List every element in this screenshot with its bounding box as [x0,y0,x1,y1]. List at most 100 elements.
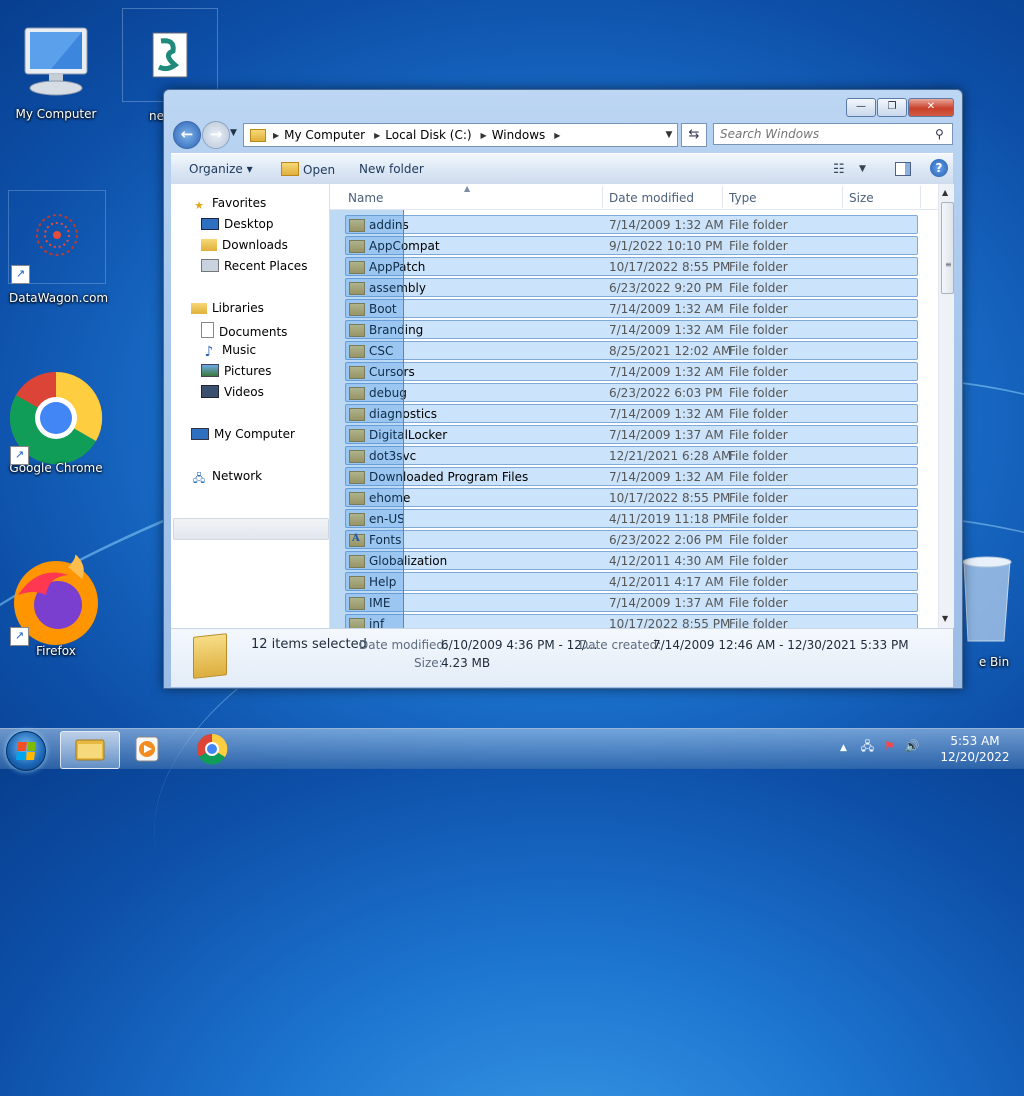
search-icon[interactable]: ⚲ [935,127,944,141]
nav-label: Network [212,469,263,483]
new-folder-button[interactable]: New folder [359,162,424,176]
table-row[interactable]: inf 10/17/2022 8:55 PM File folder [345,614,918,628]
taskbar-clock[interactable]: 5:53 AM 12/20/2022 [935,733,1015,765]
minimize-button[interactable]: — [846,98,876,117]
nav-network[interactable]: 🖧 Network [191,469,262,486]
file-type: File folder [729,302,788,316]
open-label: Open [303,163,336,177]
table-row[interactable]: assembly 6/23/2022 9:20 PM File folder [345,278,918,297]
column-name[interactable]: Name [348,191,383,205]
table-row[interactable]: AppPatch 10/17/2022 8:55 PM File folder [345,257,918,276]
breadcrumb-arrow-icon[interactable]: ▶ [551,131,563,140]
maximize-button[interactable]: ❐ [877,98,907,117]
breadcrumb-my-computer[interactable]: My Computer [282,128,371,142]
breadcrumb-arrow-icon[interactable]: ▶ [371,131,383,140]
vertical-scrollbar[interactable]: ▲ ≡ ▼ [938,184,954,628]
date-modified-value: 6/10/2009 4:36 PM - 12/... [441,638,598,652]
table-row[interactable]: ehome 10/17/2022 8:55 PM File folder [345,488,918,507]
table-row[interactable]: addins 7/14/2009 1:32 AM File folder [345,215,918,234]
views-icon[interactable]: ☷ [833,162,845,177]
column-divider[interactable] [920,186,921,208]
breadcrumb-local-disk[interactable]: Local Disk (C:) [383,128,477,142]
table-row[interactable]: DigitalLocker 7/14/2009 1:37 AM File folde… [345,425,918,444]
desktop-icon-ne[interactable]: ne [122,8,218,123]
scroll-down-icon[interactable]: ▼ [942,614,948,623]
breadcrumb-windows[interactable]: Windows [490,128,552,142]
table-row[interactable]: Branding 7/14/2009 1:32 AM File folder [345,320,918,339]
file-list-pane[interactable]: ▲ Name Date modified Type Size addins 7/1… [330,184,954,628]
column-type[interactable]: Type [729,191,757,205]
nav-downloads[interactable]: Downloads [201,238,288,252]
table-row[interactable]: dot3svc 12/21/2021 6:28 AM File folder [345,446,918,465]
file-type: File folder [729,596,788,610]
nav-music[interactable]: ♪ Music [201,343,257,359]
nav-videos[interactable]: Videos [201,385,264,399]
column-divider[interactable] [722,186,723,208]
network-icon: 🖧 [192,472,206,485]
arrow-left-icon: ← [180,125,194,143]
table-row[interactable]: debug 6/23/2022 6:03 PM File folder [345,383,918,402]
nav-label: Documents [219,325,288,339]
desktop-icon-google-chrome[interactable]: ↗ Google Chrome [8,370,104,475]
file-type: File folder [729,344,788,358]
nav-pictures[interactable]: Pictures [201,364,272,378]
nav-recent-places[interactable]: Recent Places [201,259,307,273]
table-row[interactable]: Boot 7/14/2009 1:32 AM File folder [345,299,918,318]
column-divider[interactable] [842,186,843,208]
column-date-modified[interactable]: Date modified [609,191,694,205]
selection-count: 12 items selected [251,637,367,652]
breadcrumb-arrow-icon[interactable]: ▶ [270,131,282,140]
scroll-thumb[interactable]: ≡ [941,202,954,294]
nav-favorites[interactable]: ★ Favorites [191,196,266,213]
search-input[interactable] [713,123,953,145]
recent-pages-dropdown[interactable]: ▼ [230,128,237,138]
desktop-icon-datawagon[interactable]: ↗ DataWagon.com [8,190,108,305]
start-button[interactable] [6,731,46,771]
chevron-down-icon[interactable]: ▼ [661,130,677,140]
network-status-icon[interactable]: 🖧 [861,739,874,753]
file-date-modified: 7/14/2009 1:32 AM [609,302,724,316]
back-button[interactable]: ← [173,121,201,149]
organize-button[interactable]: Organize ▾ [189,162,253,176]
desktop-icon-my-computer[interactable]: My Computer [8,22,104,121]
table-row[interactable]: Help 4/12/2011 4:17 AM File folder [345,572,918,591]
file-type: File folder [729,218,788,232]
address-bar[interactable]: ▶ My Computer ▶ Local Disk (C:) ▶ Window… [243,123,678,147]
nav-libraries[interactable]: Libraries [191,301,264,315]
volume-icon[interactable]: 🔊 [905,739,920,753]
table-row[interactable]: Downloaded Program Files 7/14/2009 1:32 A… [345,467,918,486]
breadcrumb-arrow-icon[interactable]: ▶ [478,131,490,140]
column-size[interactable]: Size [849,191,874,205]
taskbar-chrome-button[interactable] [183,731,241,767]
table-row[interactable]: AppCompat 9/1/2022 10:10 PM File folder [345,236,918,255]
close-button[interactable]: ✕ [908,98,954,117]
scroll-up-icon[interactable]: ▲ [942,188,948,197]
chevron-down-icon[interactable]: ▼ [859,164,866,174]
forward-button[interactable]: → [202,121,230,149]
refresh-button[interactable]: ⇆ [681,123,707,147]
table-row[interactable]: Cursors 7/14/2009 1:32 AM File folder [345,362,918,381]
taskbar-explorer-button[interactable] [60,731,120,769]
table-row[interactable]: en-US 4/11/2019 11:18 PM File folder [345,509,918,528]
nav-documents[interactable]: Documents [201,322,287,339]
table-row[interactable]: Fonts6/23/2022 2:06 PMFile folder [345,530,918,549]
nav-my-computer[interactable]: My Computer [191,427,295,441]
nav-desktop[interactable]: Desktop [201,217,274,231]
action-center-icon[interactable]: ⚑ [884,739,895,753]
column-divider[interactable] [602,186,603,208]
table-row[interactable]: diagnostics 7/14/2009 1:32 AM File folder [345,404,918,423]
desktop-icon-label: DataWagon.com [9,291,109,305]
open-button[interactable]: Open [281,162,335,177]
explorer-window[interactable]: — ❐ ✕ ← → ▼ ▶ My Computer ▶ Local Disk (… [163,89,963,689]
preview-pane-icon[interactable] [895,162,911,176]
table-row[interactable]: Globalization 4/12/2011 4:30 AM File folde… [345,551,918,570]
table-row[interactable]: CSC 8/25/2021 12:02 AM File folder [345,341,918,360]
table-row[interactable]: IME 7/14/2009 1:37 AM File folder [345,593,918,612]
taskbar-media-player-button[interactable] [118,731,176,767]
file-date-modified: 4/12/2011 4:30 AM [609,554,724,568]
open-folder-icon [281,162,299,176]
help-icon[interactable]: ? [930,159,948,177]
file-type: File folder [729,323,788,337]
show-hidden-icons-icon[interactable]: ▲ [840,743,847,753]
desktop-icon-firefox[interactable]: ↗ Firefox [8,553,104,658]
